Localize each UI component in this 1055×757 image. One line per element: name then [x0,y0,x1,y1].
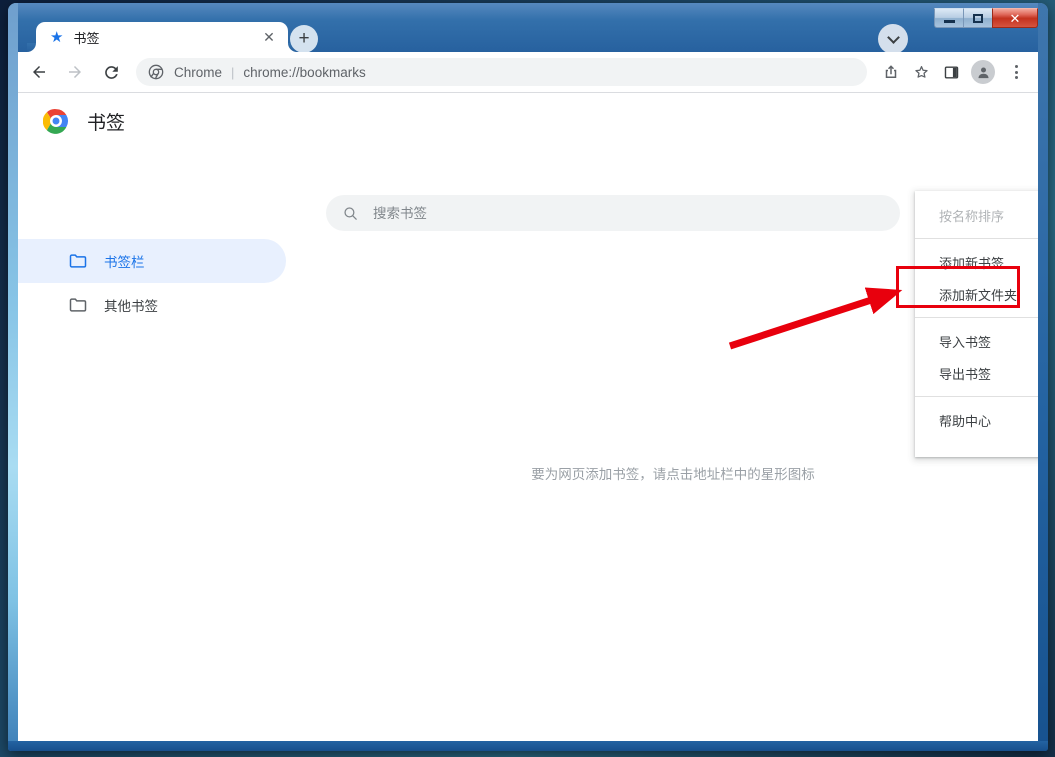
sidebar-item-label: 其他书签 [104,299,158,314]
sidebar-item-other-bookmarks[interactable]: 其他书签 [18,283,286,327]
chrome-menu-button[interactable] [1002,58,1030,86]
maximize-button[interactable] [963,8,992,28]
search-input[interactable] [373,205,884,221]
sidebar-item-label: 书签栏 [104,255,145,270]
profile-avatar[interactable] [971,60,995,84]
omnibox-separator: | [231,64,235,80]
side-panel-icon [944,65,958,79]
omnibox-scheme-label: Chrome [174,64,223,80]
share-icon [885,65,897,78]
minimize-button[interactable] [934,8,963,28]
page-title: 书签 [87,112,126,134]
window-bottom-edge [8,741,1048,751]
menu-item-import-bookmarks[interactable]: 导入书签 [915,325,1038,357]
window-right-edge [1038,3,1048,751]
person-icon [978,67,988,78]
bookmarks-options-menu: 按名称排序 添加新书签 添加新文件夹 导入书签 导出书签 帮助中心 [915,191,1038,457]
menu-divider [915,317,1038,318]
menu-item-add-new-bookmark[interactable]: 添加新书签 [915,246,1038,278]
forward-arrow-icon [69,66,81,78]
empty-state-message: 要为网页添加书签，请点击地址栏中的星形图标 [531,467,815,482]
back-arrow-icon [33,66,45,78]
maximize-icon [973,13,983,23]
menu-item-sort-by-name[interactable]: 按名称排序 [915,199,1038,231]
star-icon: ★ [50,28,64,46]
star-outline-icon [914,65,928,78]
three-dot-menu-icon [1014,65,1018,79]
folder-icon [69,298,87,312]
tab-bookmarks[interactable]: ★ 书签 ✕ [36,22,288,52]
plus-icon: + [298,27,310,49]
bookmarks-header: 书签 [18,93,1038,149]
window-controls: ✕ [934,8,1038,28]
close-window-button[interactable]: ✕ [992,8,1038,28]
tab-search-button[interactable] [878,24,908,54]
browser-window: ★ 书签 ✕ + ✕ Chrome | chrome://bookmarks 书… [8,3,1048,751]
menu-item-export-bookmarks[interactable]: 导出书签 [915,357,1038,389]
tab-strip: ★ 书签 ✕ + [18,3,1038,54]
reload-button[interactable] [96,57,126,87]
menu-item-help-center[interactable]: 帮助中心 [915,404,1038,436]
forward-button[interactable] [60,57,90,87]
search-icon [344,206,357,220]
minimize-icon [943,19,955,23]
share-button[interactable] [877,58,905,86]
tab-title: 书签 [73,30,100,46]
back-button[interactable] [24,57,54,87]
bookmarks-sidebar: 书签栏 其他书签 [18,239,308,327]
browser-toolbar: Chrome | chrome://bookmarks [18,52,1038,93]
menu-item-add-new-folder[interactable]: 添加新文件夹 [915,278,1038,310]
chrome-logo-icon [43,109,68,134]
sidebar-item-bookmarks-bar[interactable]: 书签栏 [18,239,286,283]
reload-icon [104,65,118,79]
address-bar[interactable]: Chrome | chrome://bookmarks [136,58,867,86]
toolbar-actions [875,58,1030,86]
chevron-down-icon [886,30,900,44]
side-panel-button[interactable] [937,58,965,86]
folder-icon [69,254,87,268]
close-icon[interactable]: ✕ [260,28,278,46]
new-tab-button[interactable]: + [290,25,318,53]
omnibox-url-text: chrome://bookmarks [243,64,366,80]
tab-shoulder-left [27,43,36,52]
bookmark-star-button[interactable] [907,58,935,86]
bookmarks-search-box[interactable] [326,195,900,231]
menu-divider [915,396,1038,397]
menu-divider [915,238,1038,239]
close-icon: ✕ [1009,10,1021,26]
chrome-icon [148,64,164,80]
bookmarks-page: 书签 书签栏 其他书签 要为网页添加书签，请点击地址栏 [18,93,1038,741]
